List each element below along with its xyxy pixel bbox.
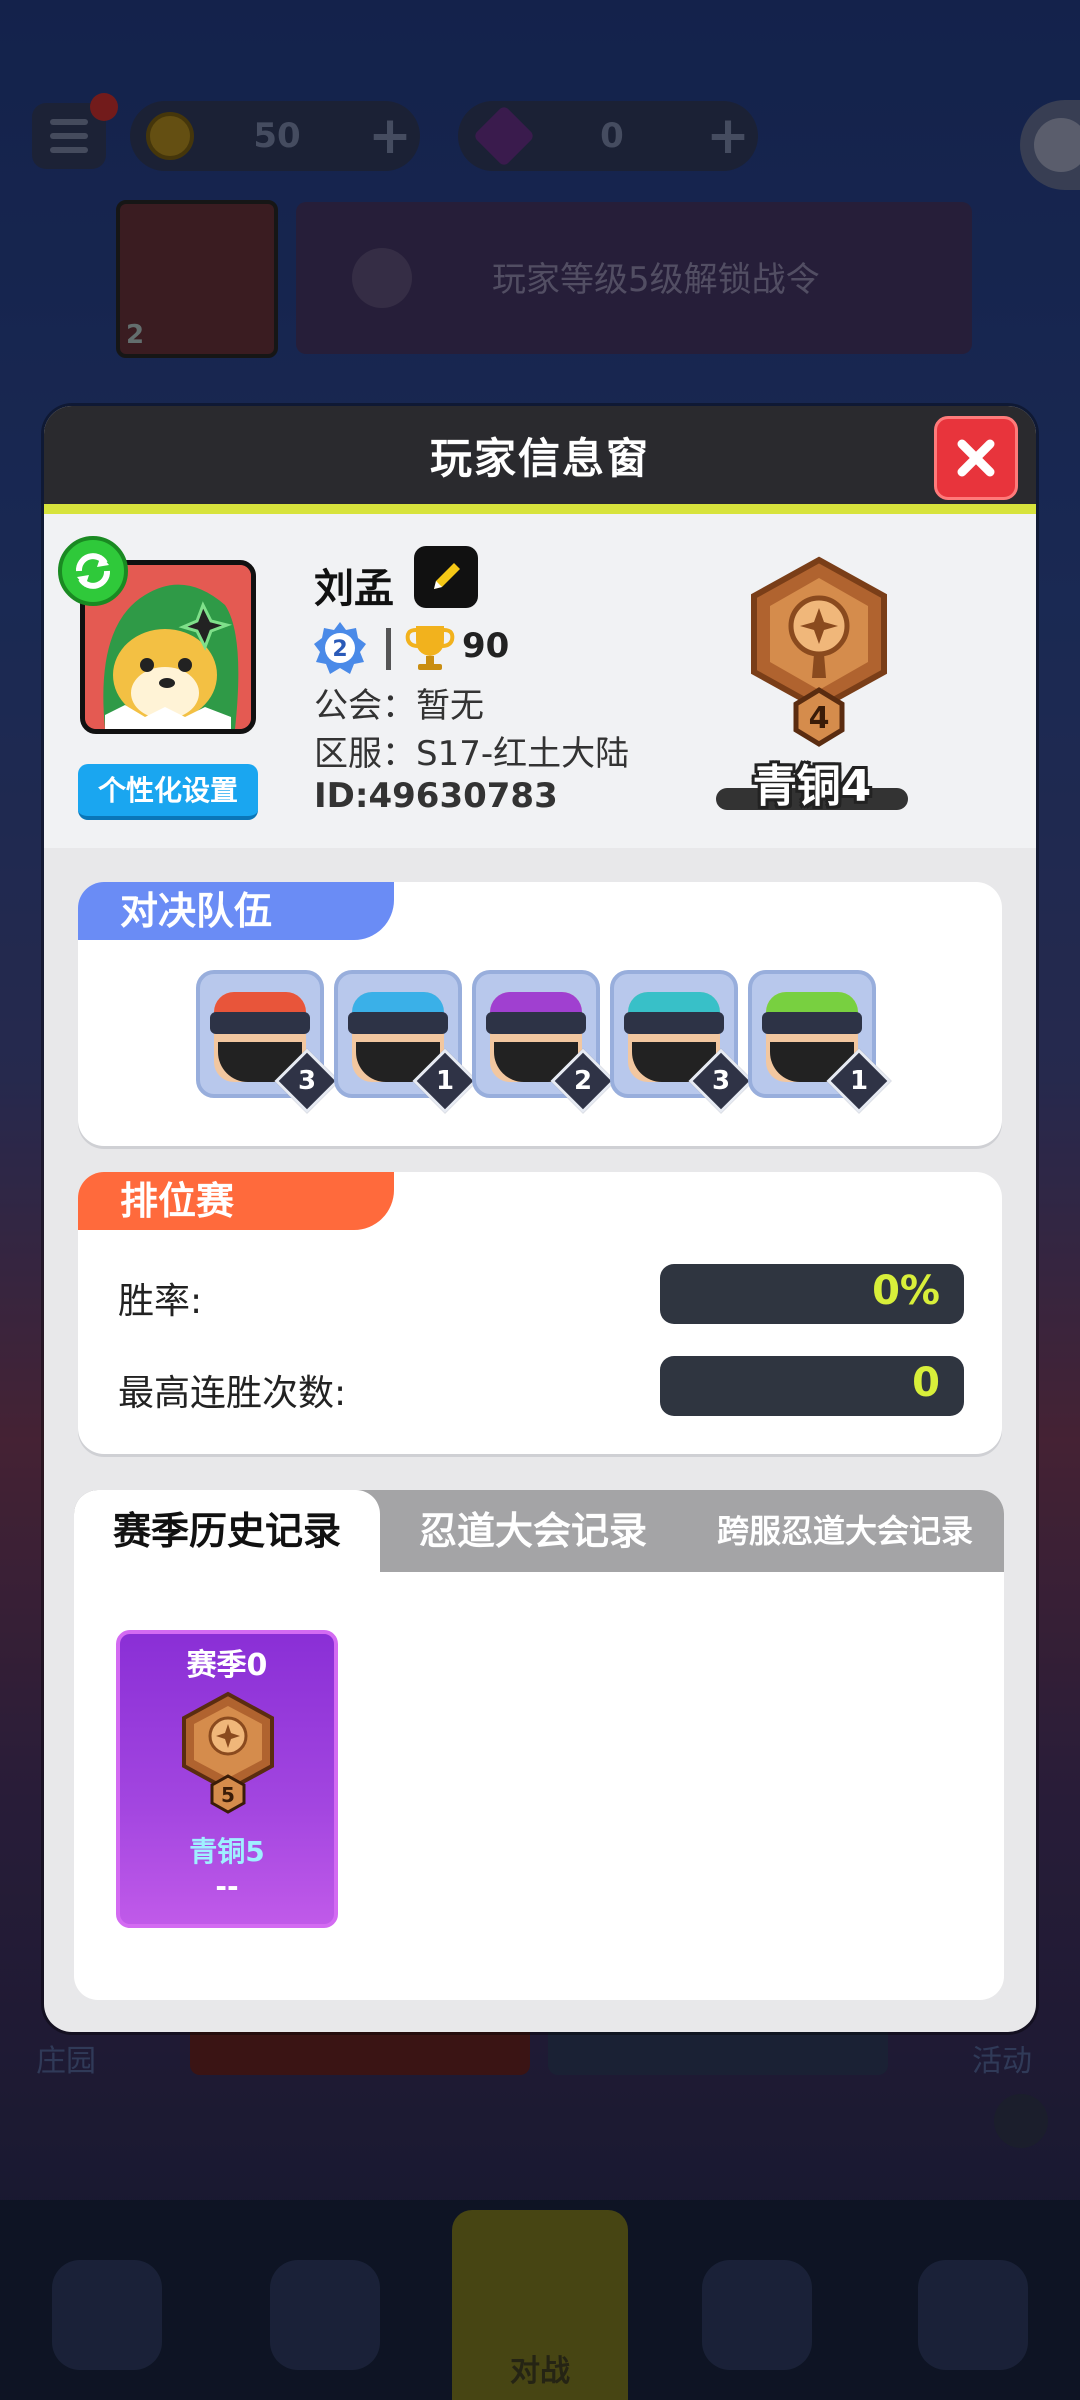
team-tab-label: 对决队伍	[78, 882, 394, 940]
refresh-arrows	[76, 553, 110, 589]
server-info: 区服：S17-红土大陆	[314, 734, 630, 774]
rank-tier-number: 4	[809, 701, 830, 736]
level-badge-icon: 2	[314, 622, 366, 674]
win-streak-bar: 0	[660, 1356, 964, 1416]
bronze-rank-emblem-icon: 4	[751, 556, 887, 747]
hero-slot[interactable]: 3	[610, 970, 754, 1114]
ranked-tab-label: 排位赛	[78, 1172, 394, 1230]
tab-ninja-tournament[interactable]: 忍道大会记录	[380, 1490, 686, 1572]
win-rate-label: 胜率:	[118, 1281, 203, 1322]
hero-headband	[210, 1012, 310, 1034]
hero-slot[interactable]: 2	[472, 970, 616, 1114]
hero-headband	[486, 1012, 586, 1034]
tab-cross-server-tournament[interactable]: 跨服忍道大会记录	[686, 1490, 1004, 1572]
player-name: 刘孟	[314, 566, 394, 612]
edit-name-button[interactable]	[414, 546, 478, 608]
win-streak-label: 最高连胜次数:	[118, 1373, 347, 1414]
tab-season-history[interactable]: 赛季历史记录	[74, 1490, 380, 1572]
hero-slot[interactable]: 3	[196, 970, 340, 1114]
hero-level: 1	[849, 1066, 869, 1096]
guild-info: 公会：暂无	[314, 686, 484, 726]
pencil-icon	[434, 563, 460, 589]
hero-level: 3	[297, 1066, 317, 1096]
close-icon	[957, 439, 995, 477]
bronze-rank-emblem-icon: 5	[182, 1691, 274, 1814]
player-info-dialog: 玩家信息窗 个性化设置 刘孟 2 90 公会：暂无 区服：S17-红土大陆 ID…	[44, 406, 1036, 2032]
customize-button[interactable]: 个性化设置	[78, 764, 258, 820]
season-rank: 青铜5	[189, 1835, 265, 1868]
hero-list: 3 1 2 3 1	[196, 970, 892, 1114]
player-id: ID:49630783	[314, 776, 558, 816]
dialog-header: 玩家信息窗	[44, 406, 1036, 504]
hero-headband	[762, 1012, 862, 1034]
season-extra: --	[215, 1870, 239, 1903]
stat-divider	[386, 628, 391, 670]
close-button[interactable]	[934, 416, 1018, 500]
header-stripe	[44, 504, 1036, 514]
profile-section: 个性化设置 刘孟 2 90 公会：暂无 区服：S17-红土大陆 ID:49630…	[44, 514, 1036, 848]
level-number: 2	[332, 637, 347, 662]
hero-headband	[624, 1012, 724, 1034]
hero-level: 3	[711, 1066, 731, 1096]
trophy-icon	[405, 626, 455, 670]
win-rate-bar: 0%	[660, 1264, 964, 1324]
season-record-card[interactable]: 赛季0 5 青铜5 --	[116, 1630, 338, 1928]
hero-slot[interactable]: 1	[334, 970, 478, 1114]
season-title: 赛季0	[186, 1648, 268, 1683]
hero-level: 2	[573, 1066, 593, 1096]
trophy-count: 90	[462, 626, 510, 666]
refresh-icon[interactable]	[58, 536, 128, 606]
hero-level: 1	[435, 1066, 455, 1096]
history-panel: 赛季历史记录 忍道大会记录 跨服忍道大会记录 赛季0 5 青铜5 --	[74, 1490, 1004, 2000]
ranked-card: 排位赛 胜率: 0% 最高连胜次数: 0	[78, 1172, 1002, 1454]
win-streak-value: 0	[912, 1360, 940, 1406]
season-tier-number: 5	[221, 1783, 235, 1807]
dialog-title: 玩家信息窗	[429, 433, 650, 483]
rank-label: 青铜4	[752, 761, 872, 812]
win-rate-value: 0%	[872, 1268, 940, 1314]
hero-slot[interactable]: 1	[748, 970, 892, 1114]
hero-headband	[348, 1012, 448, 1034]
history-tabs: 赛季历史记录 忍道大会记录 跨服忍道大会记录	[74, 1490, 1004, 1572]
team-card: 对决队伍 3 1 2 3 1	[78, 882, 1002, 1146]
